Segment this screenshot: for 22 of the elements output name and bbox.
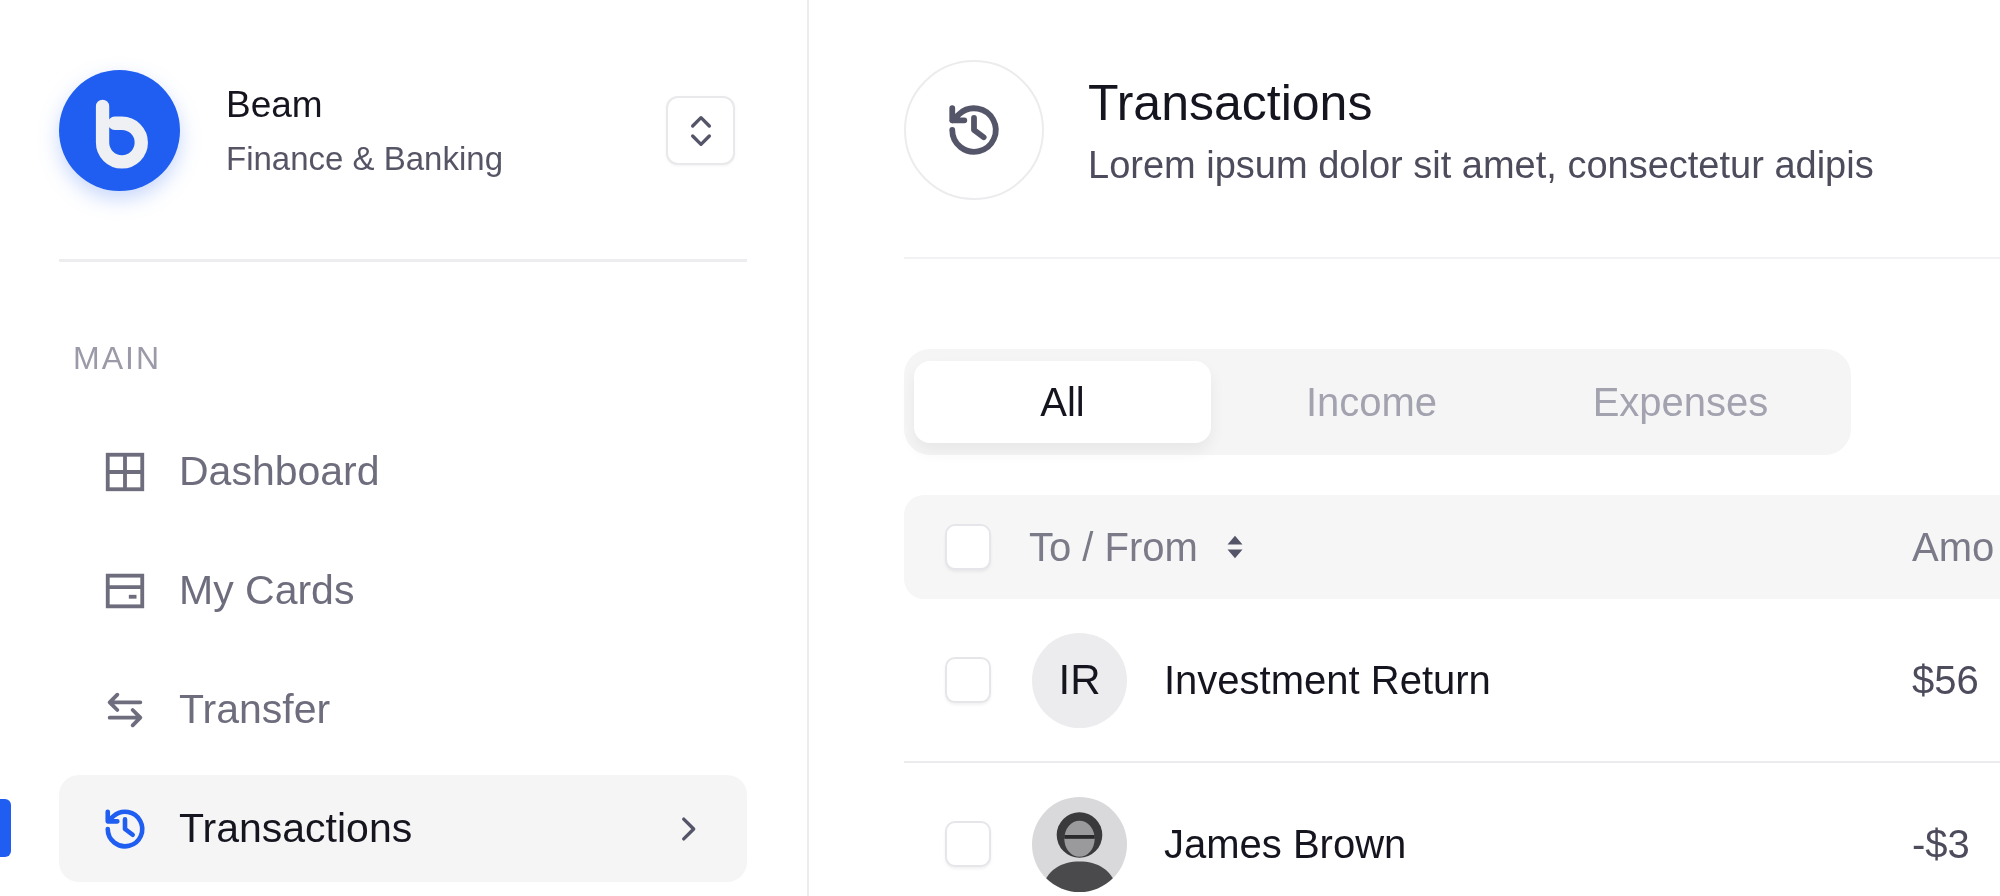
logo-icon [59, 70, 180, 191]
page-subtitle: Lorem ipsum dolor sit amet, consectetur adipis [1088, 143, 1874, 187]
column-header: Amo [1912, 524, 1995, 570]
workspace-switcher[interactable] [666, 96, 735, 165]
page-title: Transactions [1088, 73, 1374, 132]
sidebar-item[interactable]: Transfer [59, 656, 747, 763]
checkbox[interactable] [945, 657, 991, 703]
filter-tab[interactable]: All [914, 361, 1211, 443]
workspace-subtitle: Finance & Banking [226, 139, 504, 178]
table-cell: -$3 [1912, 821, 1970, 867]
checkbox[interactable] [945, 524, 991, 570]
sidebar-item[interactable]: Transactions [59, 775, 747, 882]
checkbox[interactable] [945, 821, 991, 867]
avatar: IR [1032, 632, 1127, 728]
section-label: MAIN [73, 340, 162, 377]
table-cell: Investment Return [1164, 657, 1491, 703]
workspace-name: Beam [226, 83, 324, 126]
table-cell: $56 [1912, 657, 1979, 703]
table-cell: James Brown [1164, 821, 1407, 867]
sidebar-item[interactable]: Dashboard [59, 418, 747, 525]
sidebar-item[interactable]: My Cards [59, 537, 747, 644]
column-header[interactable]: To / From [1029, 524, 1198, 570]
